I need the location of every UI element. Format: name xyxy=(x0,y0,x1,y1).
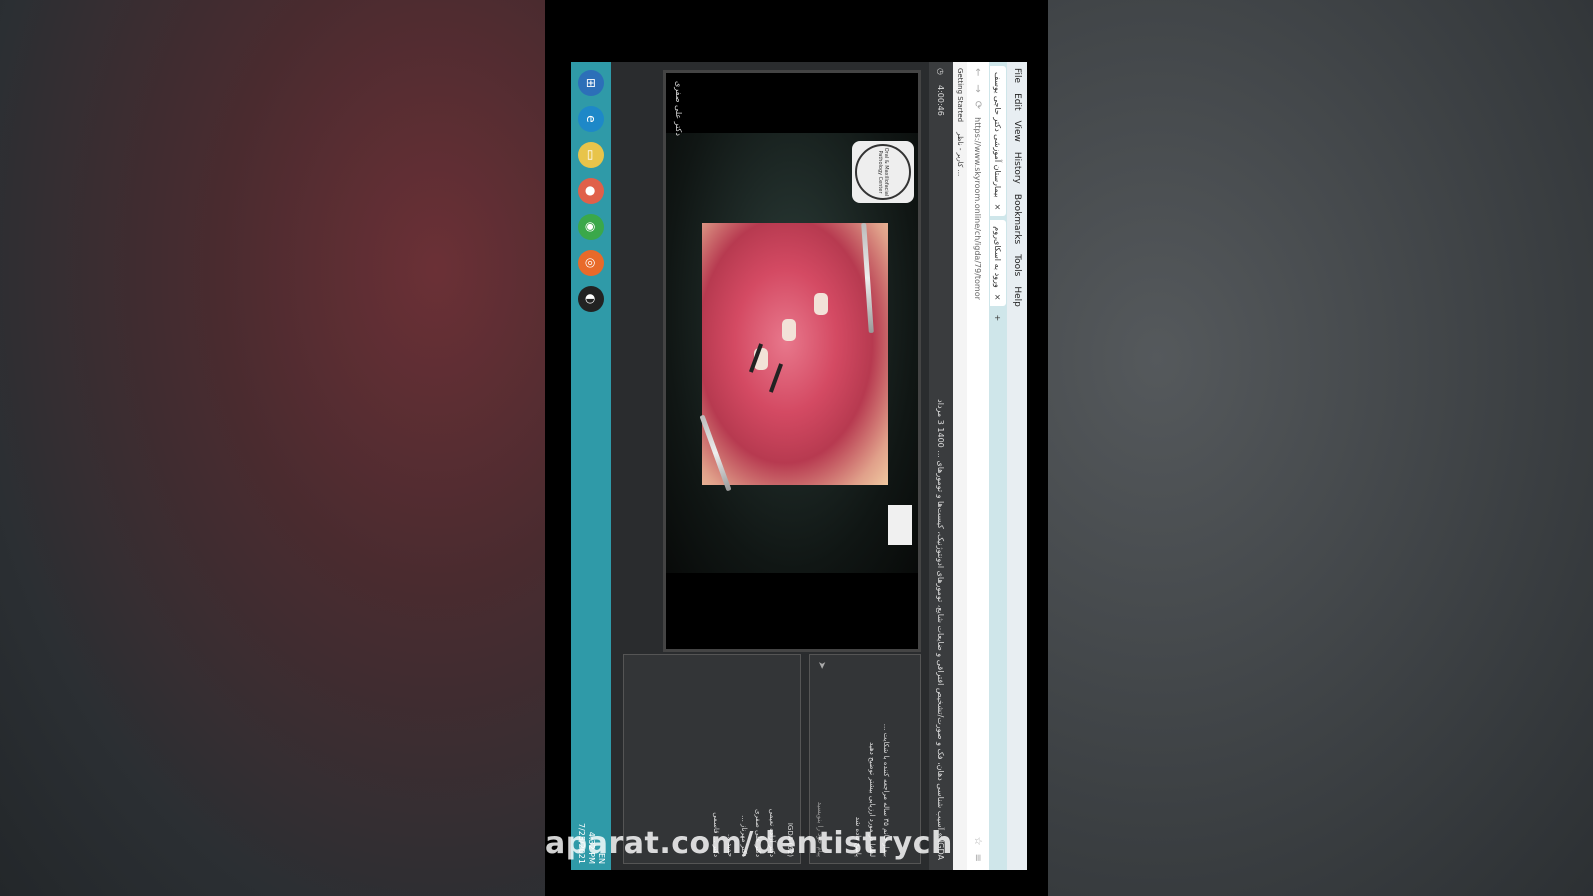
aparat-watermark: aparat.com/dentistrych xyxy=(545,826,953,861)
skyroom-content: Oral & Maxillofacial Pathology Center دک… xyxy=(611,62,929,870)
tab-title: بیمارستان آموزشی دکتر حاجی یوسف xyxy=(993,72,1003,198)
windows-start-icon[interactable]: ⊞ xyxy=(578,70,604,96)
obs-icon[interactable]: ◐ xyxy=(578,286,604,312)
tooth-shape xyxy=(782,319,796,341)
chrome-icon[interactable]: ◉ xyxy=(578,214,604,240)
stage: File Edit View History Bookmarks Tools H… xyxy=(0,0,1593,896)
close-icon[interactable]: × xyxy=(994,204,1003,211)
forward-icon[interactable]: → xyxy=(973,84,984,92)
menu-history[interactable]: History xyxy=(1012,152,1022,184)
url-bar[interactable]: https://www.skyroom.online/ch/igda/79/to… xyxy=(974,117,983,828)
menu-edit[interactable]: Edit xyxy=(1012,93,1022,110)
instrument-shape xyxy=(699,414,732,492)
blurred-background-left xyxy=(0,0,545,896)
tab-title-2: ورود به اسکای‌روم xyxy=(993,226,1003,288)
blurred-background-right xyxy=(1048,0,1593,896)
main-video-area: Oral & Maxillofacial Pathology Center دک… xyxy=(663,70,921,652)
browser-tab[interactable]: بیمارستان آموزشی دکتر حاجی یوسف × xyxy=(990,66,1006,217)
session-title: IGDA » آسیب شناسی دهان، فک و صورت/تشخیص … xyxy=(936,399,946,860)
menu-view[interactable]: View xyxy=(1012,121,1022,142)
white-box xyxy=(888,505,912,545)
browser-menubar: File Edit View History Bookmarks Tools H… xyxy=(1007,62,1027,870)
bookmark-2[interactable]: کاربر - ناظر ... xyxy=(956,132,964,176)
instrument-shape xyxy=(861,222,874,334)
reload-icon[interactable]: ⟳ xyxy=(973,101,984,109)
clock-icon: ◷ xyxy=(936,68,946,75)
seal-ring: Oral & Maxillofacial Pathology Center xyxy=(855,144,911,200)
tooth-shape xyxy=(814,293,828,315)
bookmark-getting-started[interactable]: Getting Started xyxy=(956,68,964,122)
browser-navbar: ← → ⟳ https://www.skyroom.online/ch/igda… xyxy=(967,62,989,870)
rotated-desktop: File Edit View History Bookmarks Tools H… xyxy=(571,62,1027,870)
firefox-icon[interactable]: ◎ xyxy=(578,250,604,276)
surgery-photo xyxy=(699,222,888,492)
suture-shape xyxy=(768,363,784,393)
app-icon[interactable]: ● xyxy=(578,178,604,204)
bookmarks-bar: Getting Started کاربر - ناظر ... xyxy=(953,62,967,870)
menu-file[interactable]: File xyxy=(1012,68,1022,83)
shared-video: Oral & Maxillofacial Pathology Center xyxy=(666,133,918,573)
back-icon[interactable]: ← xyxy=(973,68,984,76)
windows-taskbar: ⊞ e ▭ ● ◉ ◎ ◐ EN 4:32 PM 7/25/2021 xyxy=(571,62,611,870)
menu-help[interactable]: Help xyxy=(1012,286,1022,307)
new-tab-icon[interactable]: + xyxy=(994,314,1003,321)
session-timer: 4:00:46 xyxy=(936,84,946,116)
presenter-name: دکتر علی صفری xyxy=(674,81,683,136)
folder-icon[interactable]: ▭ xyxy=(578,142,604,168)
browser-tab-2[interactable]: ورود به اسکای‌روم × xyxy=(990,220,1006,307)
menu-bookmarks[interactable]: Bookmarks xyxy=(1012,194,1022,244)
close-icon[interactable]: × xyxy=(994,294,1003,301)
browser-tabbar: بیمارستان آموزشی دکتر حاجی یوسف × ورود ب… xyxy=(989,62,1007,870)
skyroom-header: ◷ 4:00:46 IGDA » آسیب شناسی دهان، فک و ص… xyxy=(929,62,953,870)
ie-icon[interactable]: e xyxy=(578,106,604,132)
send-icon[interactable]: ➤ xyxy=(816,661,827,669)
pathology-center-seal: Oral & Maxillofacial Pathology Center xyxy=(852,141,914,203)
menu-tools[interactable]: Tools xyxy=(1012,254,1022,276)
phone-screen-recording: File Edit View History Bookmarks Tools H… xyxy=(571,62,1027,870)
